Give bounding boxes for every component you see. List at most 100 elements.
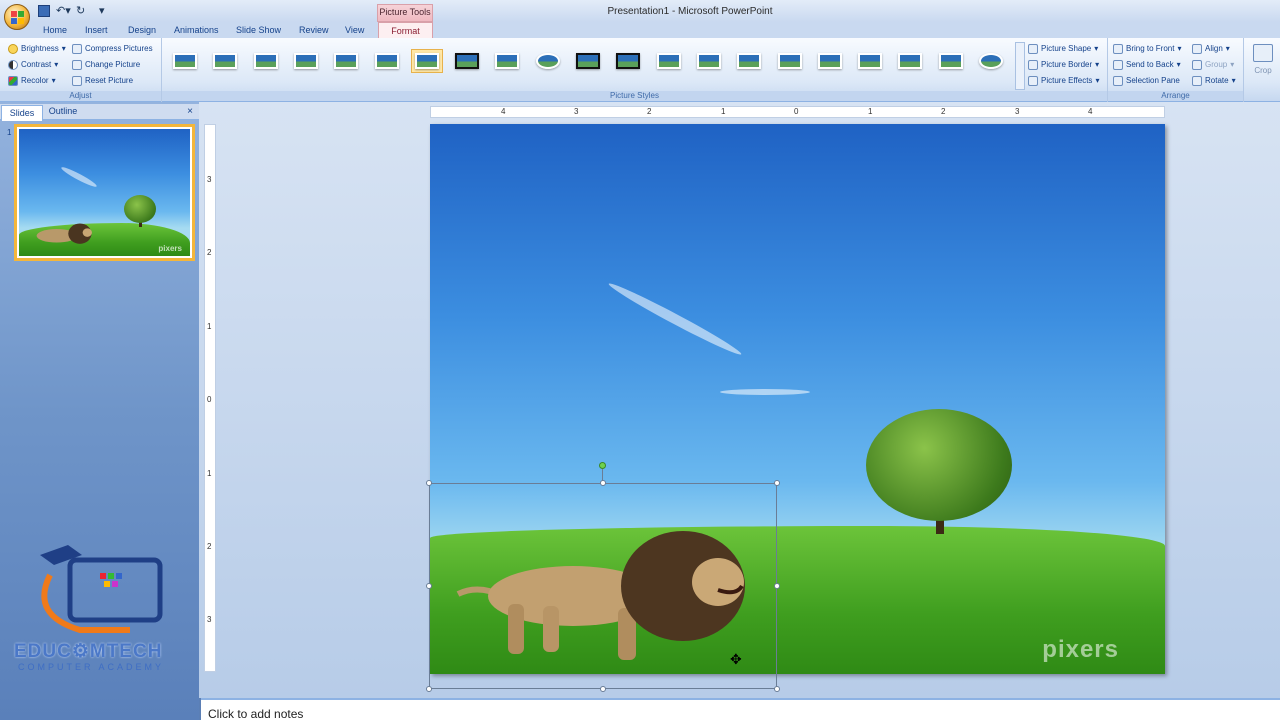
rotate-label: Rotate [1205,76,1229,85]
close-pane-icon[interactable]: × [187,106,193,117]
picture-border-label: Picture Border [1041,60,1093,69]
change-picture-icon [72,59,82,70]
picture-selection-box[interactable] [426,480,780,692]
picture-style-option[interactable] [251,50,281,72]
picture-style-preview-icon [293,53,318,69]
crop-button[interactable]: Crop [1248,40,1278,90]
reset-picture-button[interactable]: Reset Picture [72,74,133,87]
ruler-label: 3 [207,615,212,624]
tab-insert[interactable]: Insert [85,25,108,35]
picture-shape-button[interactable]: Picture Shape ▾ [1028,42,1098,55]
tab-view[interactable]: View [345,25,364,35]
ruler-label: 2 [207,542,212,551]
recolor-label: Recolor [21,76,49,85]
send-to-back-icon [1113,59,1123,70]
picture-style-option[interactable] [452,50,482,72]
picture-style-preview-icon [656,53,681,69]
bring-to-front-button[interactable]: Bring to Front ▾ [1113,42,1181,55]
gallery-scroll-buttons[interactable] [1015,42,1025,90]
picture-style-preview-icon [414,53,439,69]
picture-style-option[interactable] [855,50,885,72]
picture-style-option[interactable] [492,50,522,72]
contrast-button[interactable]: Contrast ▾ [8,58,58,71]
save-icon[interactable] [38,5,50,17]
redo-icon[interactable]: ↻ [76,4,85,18]
picture-effects-label: Picture Effects [1041,76,1093,85]
picture-style-option[interactable] [372,50,402,72]
picture-style-preview-icon [173,53,197,69]
change-picture-button[interactable]: Change Picture [72,58,140,71]
picture-style-option[interactable] [775,50,805,72]
ruler-label: 0 [207,395,212,404]
picture-style-option[interactable] [573,50,603,72]
slide-thumbnail[interactable]: pixers [14,124,195,261]
office-logo-icon [11,11,24,24]
picture-style-option[interactable] [694,50,724,72]
resize-handle-n[interactable] [600,480,606,486]
recolor-button[interactable]: Recolor ▾ [8,74,56,87]
picture-style-option[interactable] [976,50,1006,72]
picture-style-option[interactable] [895,50,925,72]
picture-effects-button[interactable]: Picture Effects ▾ [1028,74,1099,87]
undo-icon[interactable]: ↶▾ [56,4,71,18]
tab-outline[interactable]: Outline [44,106,82,116]
picture-style-option[interactable] [936,50,966,72]
align-button[interactable]: Align ▾ [1192,42,1230,55]
selection-pane-button[interactable]: Selection Pane [1113,74,1180,87]
ruler-label: 3 [207,175,212,184]
rotate-icon [1192,75,1202,86]
tab-animations[interactable]: Animations [174,25,219,35]
ruler-label: 3 [1015,107,1020,116]
tab-slide-show[interactable]: Slide Show [236,25,281,35]
picture-style-option[interactable] [613,50,643,72]
tab-format[interactable]: Format [378,22,433,39]
picture-style-preview-icon [213,53,238,69]
customize-qat-icon[interactable]: ▾ [99,4,105,18]
picture-style-option[interactable] [210,50,240,72]
picture-style-option[interactable] [815,50,845,72]
compress-pictures-button[interactable]: Compress Pictures [72,42,153,55]
ruler-label: 2 [941,107,946,116]
resize-handle-nw[interactable] [426,480,432,486]
tab-review[interactable]: Review [299,25,329,35]
compress-icon [72,43,82,54]
rotation-handle[interactable] [599,462,606,469]
picture-style-preview-icon [817,53,842,69]
picture-style-option[interactable] [410,49,443,73]
tree-icon [866,409,1012,521]
recolor-icon [8,75,18,86]
resize-handle-ne[interactable] [774,480,780,486]
title-bar: ↶▾ ↻ ▾ Picture Tools Presentation1 - Mic… [0,0,1280,30]
send-to-back-button[interactable]: Send to Back ▾ [1113,58,1181,71]
notes-pane[interactable]: Click to add notes [201,698,1280,720]
resize-handle-se[interactable] [774,686,780,692]
picture-style-preview-icon [616,53,641,69]
office-button[interactable] [4,4,30,30]
picture-style-preview-icon [898,53,923,69]
group-button[interactable]: Group ▾ [1192,58,1234,71]
picture-tools-context-label: Picture Tools [377,4,433,22]
resize-handle-w[interactable] [426,583,432,589]
picture-style-preview-icon [777,53,802,69]
move-cursor-icon: ✥ [730,651,742,667]
picture-style-option[interactable] [291,50,321,72]
tab-home[interactable]: Home [43,25,67,35]
send-to-back-label: Send to Back [1126,60,1174,69]
picture-border-button[interactable]: Picture Border ▾ [1028,58,1099,71]
tab-slides[interactable]: Slides [1,105,43,121]
picture-effects-icon [1028,75,1038,86]
picture-style-option[interactable] [734,50,764,72]
tree-icon [124,195,156,223]
picture-style-option[interactable] [533,50,563,72]
picture-style-option[interactable] [654,50,684,72]
picture-style-option[interactable] [331,50,361,72]
tab-design[interactable]: Design [128,25,156,35]
rotate-button[interactable]: Rotate ▾ [1192,74,1236,87]
picture-style-preview-icon [253,53,278,69]
resize-handle-s[interactable] [600,686,606,692]
brightness-button[interactable]: Brightness ▾ [8,42,66,55]
group-icon [1192,59,1202,70]
resize-handle-sw[interactable] [426,686,432,692]
picture-style-option[interactable] [170,50,200,72]
resize-handle-e[interactable] [774,583,780,589]
